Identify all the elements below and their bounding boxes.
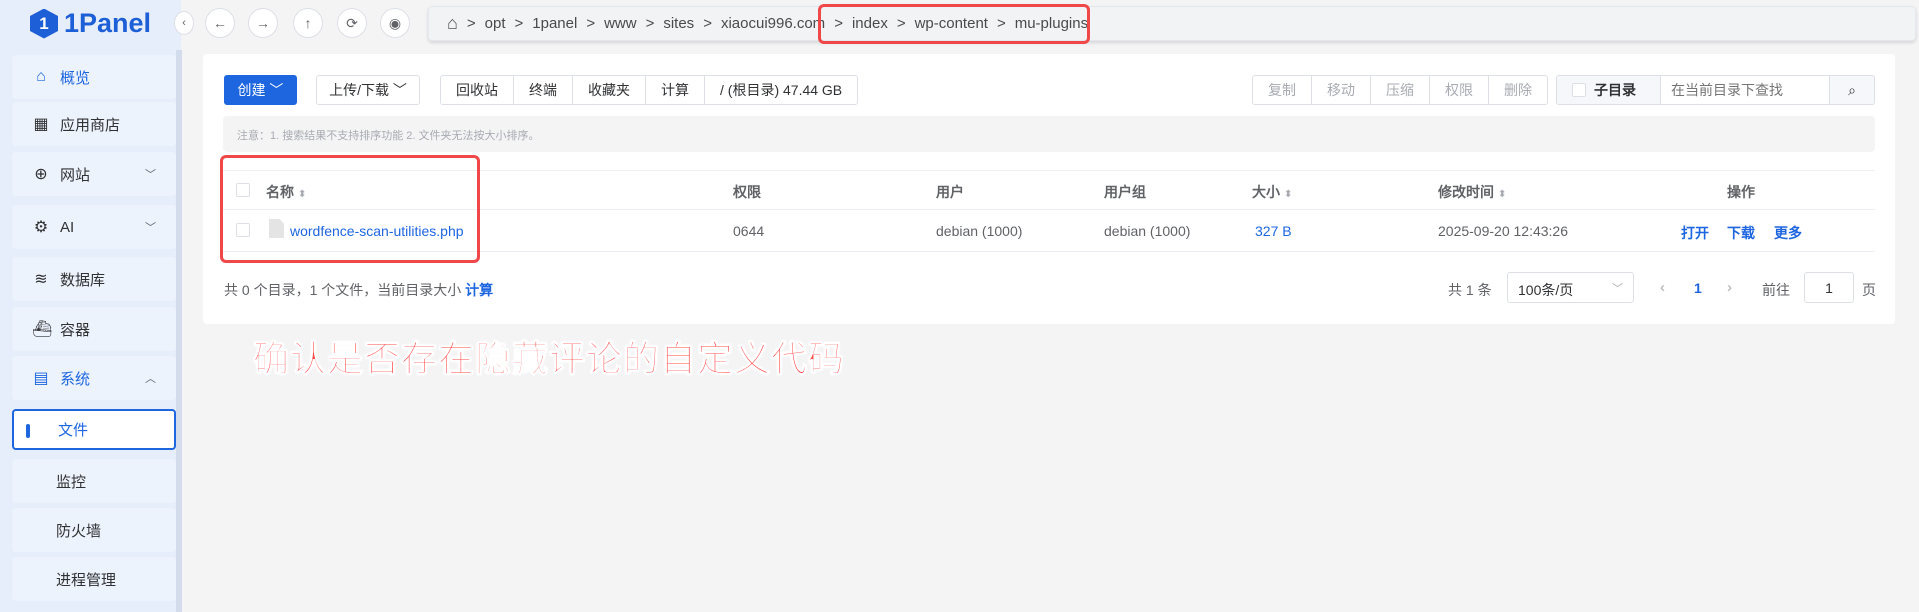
annotation-caption: 确认是否存在隐藏评论的自定义代码 (252, 338, 846, 380)
sidebar-scrollbar[interactable] (176, 50, 182, 612)
robot-icon: ⚙ (33, 219, 49, 236)
delete-button[interactable]: 删除 (1489, 76, 1547, 104)
search-field (1661, 76, 1830, 104)
compress-button[interactable]: 压缩 (1371, 76, 1430, 104)
goto-page-input[interactable]: 1 (1804, 272, 1854, 303)
forward-button[interactable]: → (248, 8, 278, 38)
size-link[interactable]: 327 B (1255, 223, 1292, 239)
chevron-up-icon: ︿ (145, 373, 156, 385)
download-button[interactable]: 下载 (1727, 223, 1755, 243)
disk-usage[interactable]: / (根目录) 47.44 GB (705, 76, 857, 104)
grid-icon: ▦ (33, 116, 49, 133)
up-button[interactable]: ↑ (293, 8, 323, 38)
pagination-total: 共 1 条 (1448, 282, 1492, 298)
eye-button[interactable]: ◉ (380, 8, 410, 38)
batch-actions: 复制 移动 压缩 权限 删除 (1252, 75, 1548, 105)
sidebar-item-overview[interactable]: ⌂ 概览 (12, 55, 176, 99)
goto-label: 前往 (1762, 282, 1790, 298)
open-button[interactable]: 打开 (1681, 223, 1709, 243)
sidebar-item-ai[interactable]: ⚙ AI ﹀ (12, 205, 176, 249)
sidebar-item-container[interactable]: ⛴ 容器 (12, 307, 176, 351)
crumb-item[interactable]: opt (485, 15, 506, 32)
crumb-item[interactable]: 1panel (532, 15, 577, 32)
calculate-button[interactable]: 计算 (646, 76, 705, 104)
breadcrumb: ⌂ > opt >1panel > www > sites > xiaocui996.c… (428, 6, 1916, 41)
sort-icon: ⬍ (1284, 189, 1293, 200)
terminal-button[interactable]: 终端 (514, 76, 573, 104)
sidebar-item-files[interactable]: 文件 (12, 409, 176, 450)
subdir-checkbox[interactable]: 子目录 (1557, 76, 1661, 104)
server-icon: ▤ (33, 370, 49, 387)
search-icon[interactable]: ⌕ (1830, 76, 1874, 104)
column-permission: 权限 (733, 184, 761, 200)
crumb-item[interactable]: xiaocui996.com (721, 15, 825, 32)
move-button[interactable]: 移动 (1312, 76, 1371, 104)
highlight-box (818, 4, 1090, 44)
favorites-button[interactable]: 收藏夹 (573, 76, 646, 104)
chevron-down-icon: ﹀ (145, 222, 156, 234)
globe-icon: ⊕ (34, 166, 48, 183)
group-cell: debian (1000) (1104, 223, 1191, 239)
calculate-link[interactable]: 计算 (465, 282, 493, 298)
user-cell: debian (1000) (936, 223, 1023, 239)
copy-button[interactable]: 复制 (1253, 76, 1312, 104)
more-button[interactable]: 更多 (1774, 223, 1802, 243)
home-icon[interactable]: ⌂ (447, 13, 458, 34)
create-button[interactable]: 创建 ﹀ (224, 75, 297, 105)
sort-icon: ⬍ (1498, 189, 1507, 200)
column-mtime[interactable]: 修改时间 ⬍ (1438, 182, 1506, 202)
sidebar-item-website[interactable]: ⊕ 网站 ﹀ (12, 152, 176, 196)
chevron-down-icon: ﹀ (1612, 283, 1623, 295)
back-button[interactable]: ← (205, 8, 235, 38)
page-size-select[interactable]: 100条/页 ﹀ (1507, 272, 1634, 303)
column-size[interactable]: 大小 ⬍ (1252, 182, 1292, 202)
prev-page-button[interactable]: ‹ (1660, 279, 1665, 296)
column-user: 用户 (936, 184, 964, 200)
upload-download-button[interactable]: 上传/下载 ﹀ (316, 75, 420, 105)
crumb-item[interactable]: www (604, 15, 637, 32)
page-unit-label: 页 (1862, 282, 1876, 298)
next-page-button[interactable]: › (1727, 279, 1732, 296)
sidebar-item-system[interactable]: ▤ 系统 ︿ (12, 356, 176, 400)
sidebar-item-firewall[interactable]: 防火墙 (12, 508, 176, 552)
mtime-cell: 2025-09-20 12:43:26 (1438, 223, 1568, 239)
tool-button-group: 回收站 终端 收藏夹 计算 / (根目录) 47.44 GB (440, 75, 859, 105)
search-input[interactable] (1661, 76, 1829, 104)
home-icon: ⌂ (36, 68, 46, 85)
collapse-sidebar-button[interactable]: ‹ (174, 11, 194, 35)
recycle-bin-button[interactable]: 回收站 (441, 76, 514, 104)
crumb-item[interactable]: sites (663, 15, 694, 32)
column-group: 用户组 (1104, 184, 1146, 200)
permission-button[interactable]: 权限 (1430, 76, 1489, 104)
chevron-down-icon: ﹀ (145, 169, 156, 181)
highlight-box (220, 155, 480, 263)
search-group: 子目录 ⌕ (1556, 75, 1875, 105)
column-ops: 操作 (1727, 184, 1755, 200)
sidebar-item-database[interactable]: ≋ 数据库 (12, 257, 176, 301)
sidebar-item-appstore[interactable]: ▦ 应用商店 (12, 102, 176, 146)
page-1[interactable]: 1 (1694, 280, 1702, 296)
layers-icon: ≋ (34, 271, 48, 288)
logo: 1 1Panel (30, 8, 151, 39)
sidebar-item-monitor[interactable]: 监控 (12, 459, 176, 503)
directory-summary: 共 0 个目录，1 个文件，当前目录大小 计算 (224, 282, 494, 298)
sidebar-item-process[interactable]: 进程管理 (12, 557, 176, 601)
permission-cell: 0644 (733, 223, 765, 239)
docker-icon: ⛴ (32, 321, 53, 338)
refresh-button[interactable]: ⟳ (337, 8, 367, 38)
notice-bar: 注意：1. 搜索结果不支持排序功能 2. 文件夹无法按大小排序。 (223, 116, 1875, 152)
